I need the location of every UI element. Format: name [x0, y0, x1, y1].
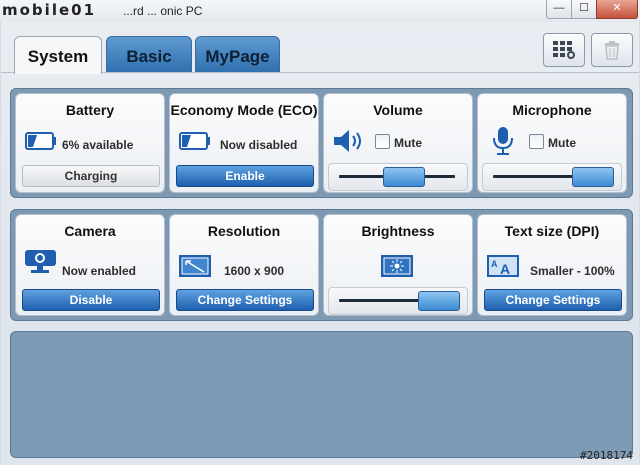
brightness-icon	[380, 253, 414, 279]
tile-settings-button[interactable]	[543, 33, 585, 67]
volume-mute-checkbox[interactable]	[375, 134, 390, 149]
eco-mode-card: Economy Mode (ECO) Now disabled Enable	[169, 93, 319, 193]
battery-status: 6% available	[62, 138, 134, 152]
eco-enable-button[interactable]: Enable	[176, 165, 314, 187]
volume-title: Volume	[373, 102, 423, 118]
title-bar: mobile01 ...rd ... onic PC — ☐ ✕	[0, 0, 640, 23]
tab-system[interactable]: System	[14, 36, 102, 74]
text-size-card: Text size (DPI) A A Smaller - 100% Chang…	[477, 214, 627, 316]
svg-text:A: A	[491, 259, 498, 269]
microphone-slider-thumb[interactable]	[571, 167, 614, 187]
brightness-title: Brightness	[361, 223, 435, 239]
resolution-title: Resolution	[207, 223, 281, 239]
text-size-change-button[interactable]: Change Settings	[484, 289, 622, 311]
brightness-slider[interactable]	[328, 287, 468, 315]
eco-title: Economy Mode (ECO)	[170, 102, 318, 118]
mobile01-logo: mobile01	[2, 1, 97, 19]
minimize-button[interactable]: —	[546, 0, 572, 19]
app-client-area: System Basic MyPage Battery 6% available…	[1, 22, 639, 465]
resolution-change-button[interactable]: Change Settings	[176, 289, 314, 311]
close-button[interactable]: ✕	[596, 0, 638, 19]
volume-mute-label: Mute	[394, 136, 422, 150]
system-panel-row2: Camera Now enabled Disable Resolution 16…	[10, 209, 633, 321]
tab-basic[interactable]: Basic	[106, 36, 192, 73]
microphone-slider[interactable]	[482, 163, 622, 191]
eco-battery-icon	[178, 128, 212, 154]
brightness-slider-thumb[interactable]	[417, 291, 460, 311]
text-size-title: Text size (DPI)	[504, 223, 600, 239]
battery-charging-button[interactable]: Charging	[22, 165, 160, 187]
maximize-button[interactable]: ☐	[571, 0, 597, 19]
camera-card: Camera Now enabled Disable	[15, 214, 165, 316]
microphone-mute-checkbox[interactable]	[529, 134, 544, 149]
microphone-icon	[486, 127, 520, 155]
eco-status: Now disabled	[220, 138, 298, 152]
battery-card: Battery 6% available Charging	[15, 93, 165, 193]
battery-title: Battery	[65, 102, 115, 118]
brightness-card: Brightness	[323, 214, 473, 316]
resolution-card: Resolution 1600 x 900 Change Settings	[169, 214, 319, 316]
tab-mypage[interactable]: MyPage	[195, 36, 280, 73]
system-panel-row1: Battery 6% available Charging Economy Mo…	[10, 88, 633, 198]
text-size-value: Smaller - 100%	[530, 264, 615, 278]
resolution-icon	[178, 253, 212, 279]
camera-disable-button[interactable]: Disable	[22, 289, 160, 311]
svg-text:A: A	[500, 261, 510, 277]
battery-icon	[24, 128, 58, 154]
empty-tile-area	[10, 331, 633, 458]
text-size-icon: A A	[486, 253, 520, 279]
microphone-title: Microphone	[512, 102, 592, 118]
volume-card: Volume Mute	[323, 93, 473, 193]
camera-status: Now enabled	[62, 264, 137, 278]
speaker-icon	[332, 128, 366, 154]
delete-button[interactable]	[591, 33, 633, 67]
window-title: ...rd ... onic PC	[123, 4, 203, 18]
volume-slider-thumb[interactable]	[382, 167, 425, 187]
microphone-mute-label: Mute	[548, 136, 576, 150]
trash-icon	[605, 41, 619, 60]
watermark-id: #2018174	[580, 449, 633, 462]
camera-icon	[24, 249, 58, 275]
camera-title: Camera	[64, 223, 116, 239]
microphone-card: Microphone Mute	[477, 93, 627, 193]
volume-slider[interactable]	[328, 163, 468, 191]
grid-settings-icon	[553, 41, 575, 59]
resolution-value: 1600 x 900	[224, 264, 285, 278]
